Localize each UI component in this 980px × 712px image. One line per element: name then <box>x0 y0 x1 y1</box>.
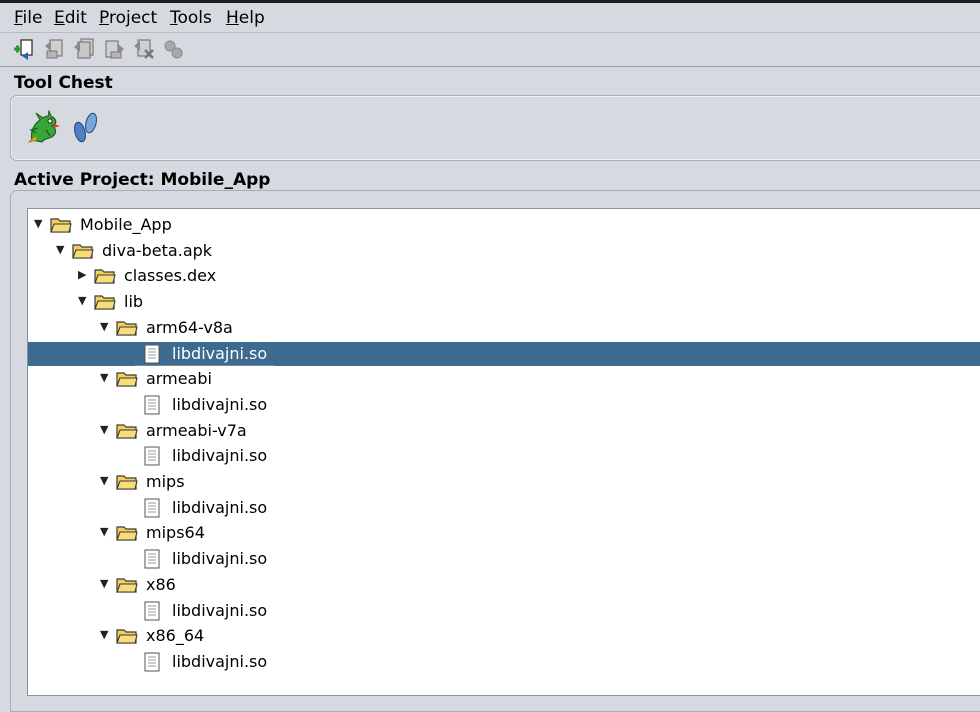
footprints-debugger-icon[interactable] <box>69 110 105 148</box>
import-icon[interactable] <box>42 37 66 61</box>
folder-icon <box>72 242 94 259</box>
tree-folder-row[interactable]: ▼ mips <box>28 470 980 494</box>
tree-folder-row[interactable]: ▼ mips64 <box>28 521 980 545</box>
tree-file-row[interactable]: libdivajni.so <box>28 650 980 674</box>
expand-toggle-icon[interactable]: ▼ <box>78 295 88 307</box>
tree-file-row[interactable]: libdivajni.so <box>28 496 980 520</box>
folder-icon <box>50 216 72 233</box>
file-icon <box>144 498 160 518</box>
folder-icon <box>116 319 138 336</box>
menu-help[interactable]: Help <box>226 8 265 28</box>
tree-file-row[interactable]: libdivajni.so <box>28 547 980 571</box>
tree-item-label: diva-beta.apk <box>102 240 213 260</box>
tree-file-row[interactable]: libdivajni.so <box>28 444 980 468</box>
tree-folder-row[interactable]: ▼ lib <box>28 290 980 314</box>
expand-toggle-icon[interactable]: ▼ <box>100 526 110 538</box>
file-icon <box>144 652 160 672</box>
tree-folder-row[interactable]: ▼ x86 <box>28 573 980 597</box>
folder-icon <box>116 473 138 490</box>
expand-toggle-icon[interactable]: ▼ <box>100 320 110 333</box>
tree-item-label: armeabi-v7a <box>146 420 247 440</box>
expand-toggle-icon[interactable]: ▼ <box>56 243 66 256</box>
tool-chest-panel <box>10 95 980 161</box>
tree-folder-row[interactable]: ▼ armeabi-v7a <box>28 419 980 443</box>
new-project-icon[interactable] <box>12 37 36 61</box>
link-icon[interactable] <box>162 37 186 61</box>
expand-toggle-icon[interactable]: ▼ <box>100 629 110 641</box>
tree-item-label: x86 <box>146 574 176 594</box>
tree-item-label: Mobile_App <box>80 215 172 234</box>
menu-project[interactable]: Project <box>99 8 157 28</box>
tree-item-label: x86_64 <box>146 626 205 646</box>
tree-folder-row[interactable]: ▼ armeabi <box>28 367 980 391</box>
folder-icon <box>116 627 138 644</box>
project-tree[interactable]: ▼ Mobile_App ▼ diva-beta.apk ▶ classes.dex ▼ li… <box>27 208 980 696</box>
expand-toggle-icon[interactable]: ▼ <box>100 423 110 436</box>
file-icon <box>144 601 160 621</box>
tree-file-row[interactable]: libdivajni.so <box>28 599 980 623</box>
file-icon <box>144 344 160 364</box>
collapse-toggle-icon[interactable]: ▶ <box>78 269 88 281</box>
tree-folder-row[interactable]: ▼ x86_64 <box>28 624 980 648</box>
tree-item-label: classes.dex <box>124 266 217 286</box>
menu-tools[interactable]: Tools <box>170 8 212 28</box>
folder-icon <box>116 524 138 541</box>
menu-edit[interactable]: Edit <box>54 8 87 28</box>
tree-item-label: libdivajni.so <box>172 549 268 569</box>
tree-item-label: libdivajni.so <box>172 651 268 671</box>
tree-folder-row[interactable]: ▼ arm64-v8a <box>28 316 980 340</box>
tree-item-label: mips64 <box>146 523 205 543</box>
tree-item-label: libdivajni.so <box>172 600 268 620</box>
tree-item-label: libdivajni.so <box>172 446 268 466</box>
folder-icon <box>116 370 138 387</box>
folder-icon <box>116 422 138 439</box>
tree-item-label: libdivajni.so <box>172 497 268 517</box>
folder-icon <box>94 267 116 284</box>
expand-toggle-icon[interactable]: ▼ <box>100 372 110 384</box>
tree-item-label: mips <box>146 472 185 491</box>
file-icon <box>144 395 160 415</box>
tree-item-label: lib <box>124 292 144 312</box>
tree-item-label: arm64-v8a <box>146 317 233 337</box>
menu-file[interactable]: File <box>14 8 42 28</box>
tree-folder-row[interactable]: ▶ classes.dex <box>28 264 980 288</box>
file-icon <box>144 549 160 569</box>
tree-item-label: libdivajni.so <box>172 343 268 363</box>
selection-focus-underline <box>135 364 275 366</box>
export-icon[interactable] <box>102 37 126 61</box>
expand-toggle-icon[interactable]: ▼ <box>34 218 44 230</box>
active-project-title: Active Project: Mobile_App <box>14 170 271 190</box>
file-icon <box>144 446 160 466</box>
folder-icon <box>116 576 138 593</box>
tree-file-row[interactable]: libdivajni.so <box>28 341 980 366</box>
tree-folder-row[interactable]: ▼ diva-beta.apk <box>28 239 980 263</box>
dragon-code-browser-icon[interactable] <box>26 109 62 148</box>
toolbar-separator <box>0 66 980 67</box>
toolbar <box>0 33 980 66</box>
tree-folder-row[interactable]: ▼ Mobile_App <box>28 213 980 237</box>
delete-icon[interactable] <box>132 37 156 61</box>
batch-import-icon[interactable] <box>72 37 96 61</box>
tree-file-row[interactable]: libdivajni.so <box>28 393 980 417</box>
folder-icon <box>94 293 116 310</box>
expand-toggle-icon[interactable]: ▼ <box>100 475 110 487</box>
tree-item-label: armeabi <box>146 369 212 389</box>
tree-item-label: libdivajni.so <box>172 394 268 414</box>
tool-chest-title: Tool Chest <box>14 73 113 93</box>
menu-bar: File Edit Project Tools Help <box>0 3 980 32</box>
expand-toggle-icon[interactable]: ▼ <box>100 577 110 590</box>
